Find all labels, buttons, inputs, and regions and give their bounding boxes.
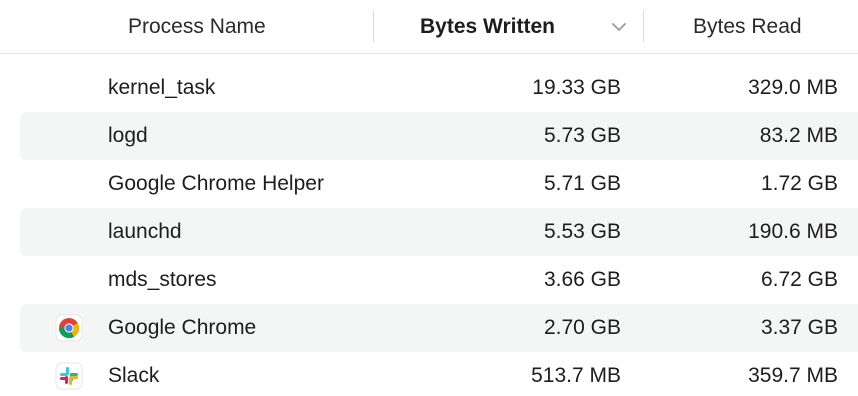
- process-name-cell: logd: [108, 124, 148, 147]
- column-header-process-name[interactable]: Process Name: [128, 0, 266, 53]
- table-row[interactable]: kernel_task 19.33 GB 329.0 MB: [0, 64, 858, 112]
- table-row[interactable]: mds_stores 3.66 GB 6.72 GB: [0, 256, 858, 304]
- table-header: Process Name Bytes Written Bytes Read: [0, 0, 858, 54]
- bytes-read-cell: 190.6 MB: [748, 220, 838, 243]
- table-row[interactable]: launchd 5.53 GB 190.6 MB: [0, 208, 858, 256]
- process-name-cell: kernel_task: [108, 76, 216, 99]
- column-divider[interactable]: [373, 10, 374, 42]
- column-header-bytes-written[interactable]: Bytes Written: [420, 0, 555, 53]
- slack-app-icon: [55, 362, 83, 390]
- column-divider[interactable]: [643, 10, 644, 42]
- bytes-written-cell: 513.7 MB: [531, 364, 621, 387]
- bytes-read-cell: 6.72 GB: [760, 268, 838, 291]
- process-name-cell: Google Chrome: [108, 316, 257, 339]
- bytes-written-cell: 5.53 GB: [543, 220, 621, 243]
- bytes-written-cell: 2.70 GB: [543, 316, 621, 339]
- table-row[interactable]: Google Chrome Helper 5.71 GB 1.72 GB: [0, 160, 858, 208]
- bytes-written-cell: 5.71 GB: [543, 172, 621, 195]
- bytes-written-cell: 19.33 GB: [532, 76, 621, 99]
- bytes-written-cell: 3.66 GB: [543, 268, 621, 291]
- table-row[interactable]: logd 5.73 GB 83.2 MB: [0, 112, 858, 160]
- process-name-cell: launchd: [108, 220, 182, 243]
- table-body: kernel_task 19.33 GB 329.0 MB logd 5.73 …: [0, 64, 858, 396]
- chrome-app-icon: [55, 314, 83, 342]
- bytes-read-cell: 329.0 MB: [748, 76, 838, 99]
- column-header-bytes-read[interactable]: Bytes Read: [693, 0, 802, 53]
- bytes-read-cell: 83.2 MB: [759, 124, 838, 147]
- process-table: Process Name Bytes Written Bytes Read ke…: [0, 0, 858, 396]
- table-row[interactable]: Slack 513.7 MB 359.7 MB: [0, 352, 858, 396]
- bytes-read-cell: 1.72 GB: [760, 172, 838, 195]
- process-name-cell: Slack: [108, 364, 160, 387]
- process-name-cell: mds_stores: [108, 268, 217, 291]
- chevron-down-icon[interactable]: [610, 20, 628, 34]
- bytes-written-cell: 5.73 GB: [543, 124, 621, 147]
- process-name-cell: Google Chrome Helper: [108, 172, 324, 195]
- bytes-read-cell: 3.37 GB: [760, 316, 838, 339]
- table-row[interactable]: Google Chrome 2.70 GB 3.37 GB: [0, 304, 858, 352]
- bytes-read-cell: 359.7 MB: [748, 364, 838, 387]
